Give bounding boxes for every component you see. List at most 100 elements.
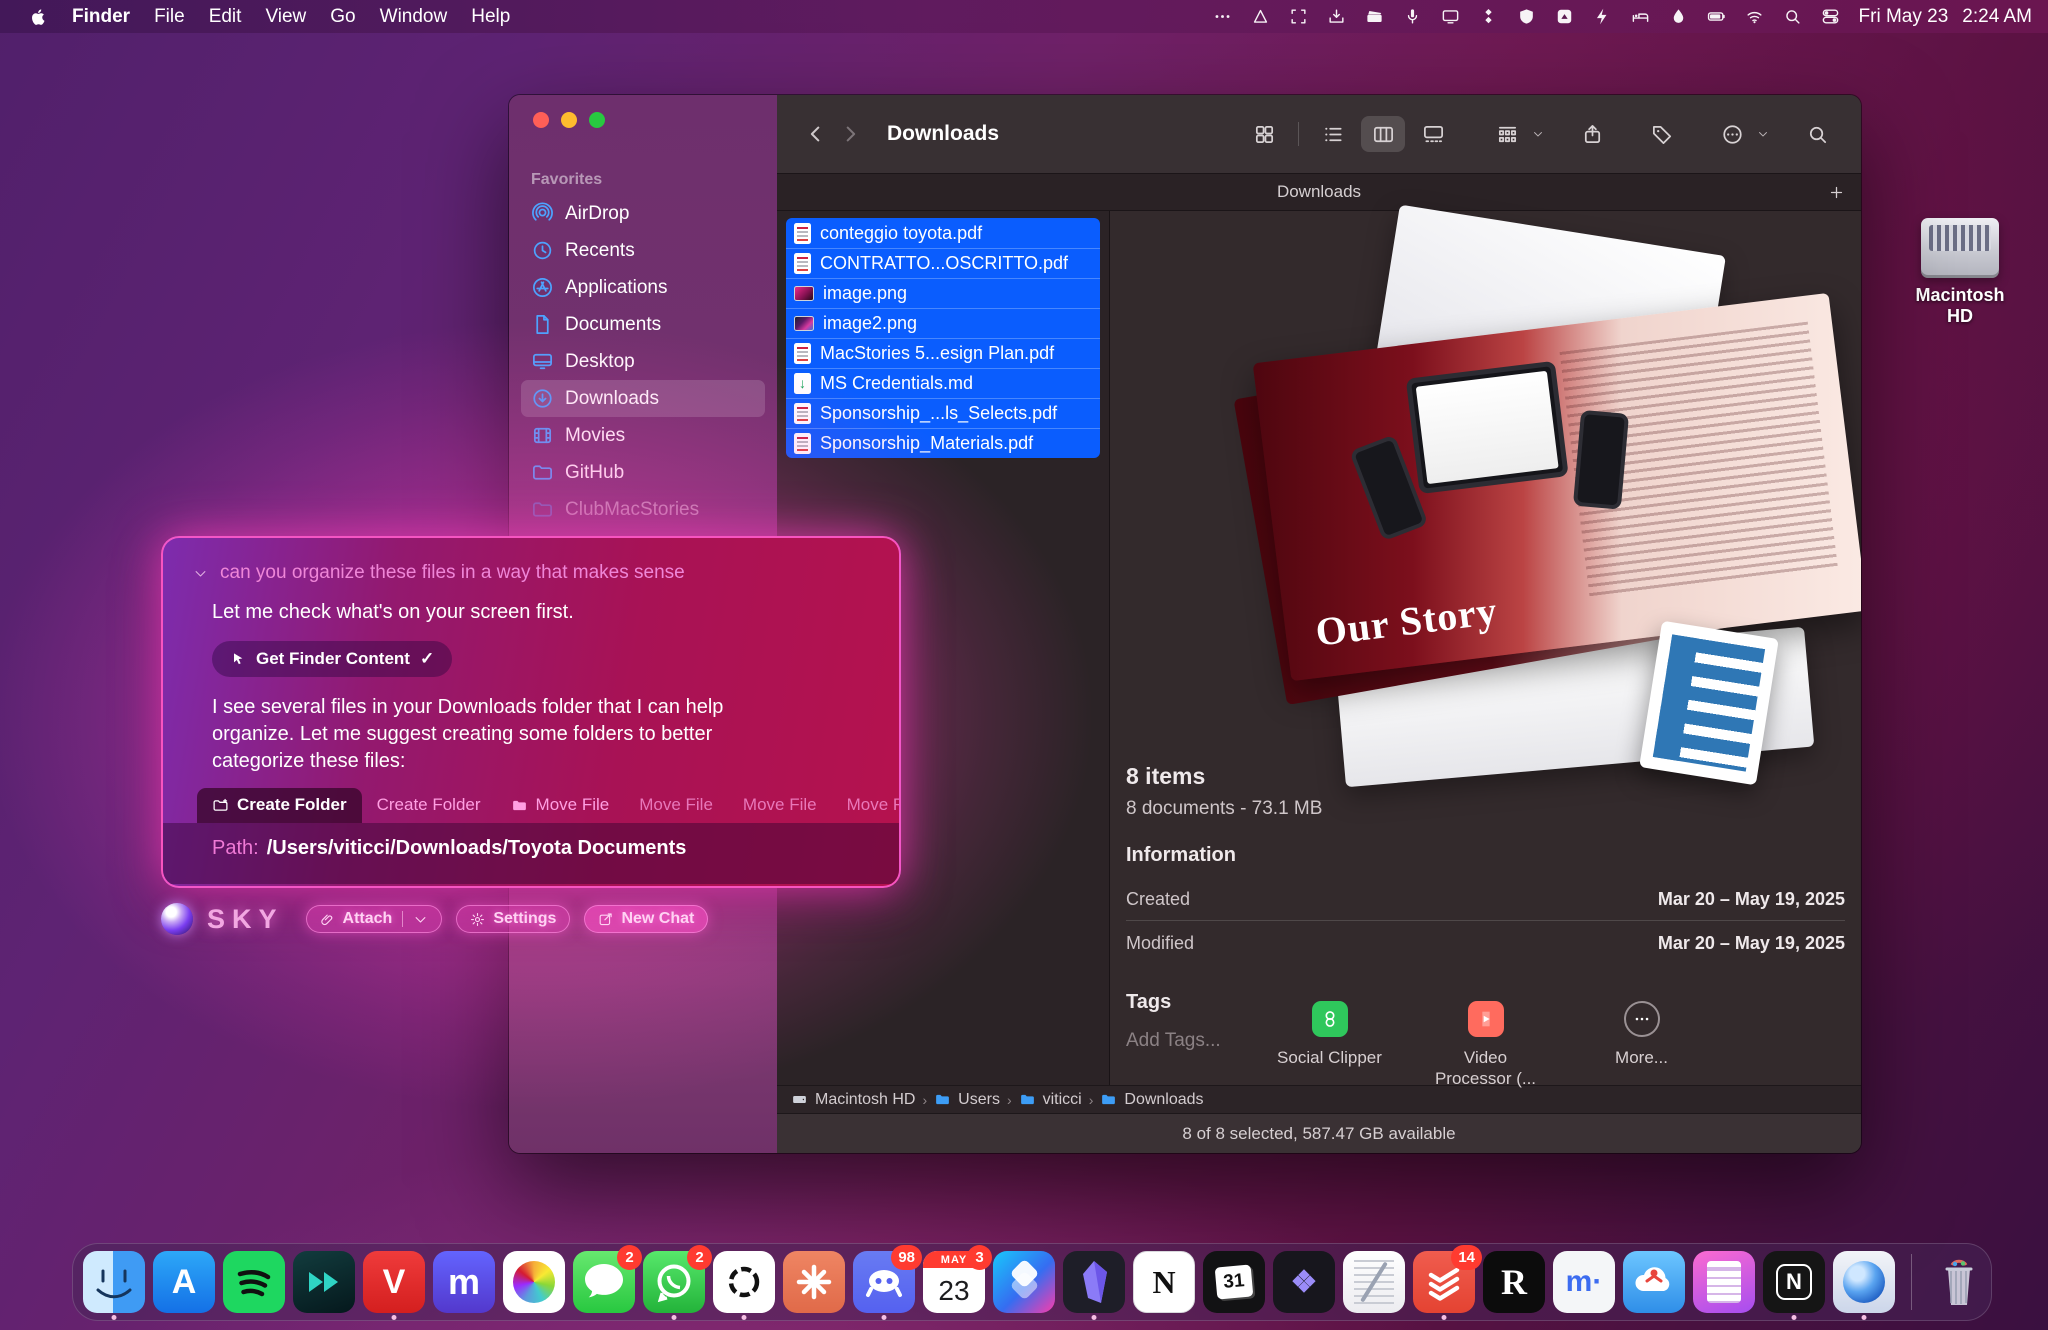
group-by-button[interactable] (1485, 116, 1544, 152)
more-actions-button[interactable] (1710, 116, 1769, 152)
action-tab-move-file[interactable]: Move File (832, 788, 901, 823)
menu-window[interactable]: Window (368, 6, 460, 28)
dock-icon-messages[interactable]: 2 (573, 1251, 635, 1313)
sky-logo-icon[interactable] (161, 903, 193, 935)
dock-icon-matter[interactable]: m· (1553, 1251, 1615, 1313)
sidebar-item-movies[interactable]: Movies (521, 417, 765, 454)
chevron-down-icon[interactable] (413, 912, 428, 927)
desktop-icon-macintosh-hd[interactable]: Macintosh HD (1908, 218, 2012, 327)
sidebar-item-airdrop[interactable]: AirDrop (521, 195, 765, 232)
dock-icon-netnewswire[interactable]: N (1763, 1251, 1825, 1313)
sidebar-item-recents[interactable]: Recents (521, 232, 765, 269)
sidebar-item-downloads[interactable]: Downloads (521, 380, 765, 417)
search-button[interactable] (1795, 116, 1839, 152)
sidebar-item-clubmacstories[interactable]: ClubMacStories (521, 491, 765, 528)
breadcrumb-macintosh-hd[interactable]: Macintosh HD (791, 1091, 915, 1109)
menu-go[interactable]: Go (318, 6, 367, 28)
back-button[interactable] (799, 117, 833, 151)
menubar-date[interactable]: Fri May 23 (1859, 6, 1949, 28)
action-tab-move-file[interactable]: Move File (624, 788, 728, 823)
control-center-icon[interactable] (1821, 7, 1840, 26)
display-icon[interactable] (1441, 7, 1460, 26)
view-grid-icon[interactable] (1242, 116, 1286, 152)
menu-edit[interactable]: Edit (197, 6, 254, 28)
zoom-button[interactable] (589, 112, 605, 128)
breadcrumb-downloads[interactable]: Downloads (1100, 1091, 1203, 1109)
dock-icon-photos[interactable] (503, 1251, 565, 1313)
file-row[interactable]: Sponsorship_Materials.pdf (786, 428, 1100, 458)
sidebar-item-github[interactable]: GitHub (521, 454, 765, 491)
view-gallery-icon[interactable] (1411, 116, 1455, 152)
dock-icon-whatsapp[interactable]: 2 (643, 1251, 705, 1313)
dock-icon-vivaldi[interactable]: V (363, 1251, 425, 1313)
apple-menu[interactable] (16, 7, 60, 27)
dock-icon-todoist[interactable]: 14 (1413, 1251, 1475, 1313)
dock-icon-starburst-app[interactable] (783, 1251, 845, 1313)
dock-icon-calendar[interactable]: MAY233 (923, 1251, 985, 1313)
file-row[interactable]: CONTRATTO...OSCRITTO.pdf (786, 248, 1100, 278)
action-tab-create-folder[interactable]: Create Folder (362, 788, 496, 823)
tab-downloads[interactable]: Downloads (1277, 182, 1361, 202)
bed-icon[interactable] (1631, 7, 1650, 26)
view-list-icon[interactable] (1311, 116, 1355, 152)
dock-icon-shortcuts[interactable] (993, 1251, 1055, 1313)
dock-icon-craft[interactable]: ❖ (1273, 1251, 1335, 1313)
dock-icon-chatgpt[interactable] (713, 1251, 775, 1313)
action-tab-create-folder[interactable]: Create Folder (197, 788, 362, 823)
dock-icon-spotify[interactable] (223, 1251, 285, 1313)
tray-icon[interactable] (1327, 7, 1346, 26)
battery-icon[interactable] (1707, 7, 1726, 26)
action-tab-move-file[interactable]: Move File (496, 788, 625, 823)
dock-icon-trash[interactable] (1928, 1251, 1990, 1313)
minimize-button[interactable] (561, 112, 577, 128)
bolt-icon[interactable] (1593, 7, 1612, 26)
view-columns-icon[interactable] (1361, 116, 1405, 152)
sidebar-item-applications[interactable]: Applications (521, 269, 765, 306)
diamonds-icon[interactable] (1479, 7, 1498, 26)
dock-icon-sky-app[interactable] (1833, 1251, 1895, 1313)
dock-icon-finder[interactable] (83, 1251, 145, 1313)
dock-icon-app-store[interactable]: A (153, 1251, 215, 1313)
menu-file[interactable]: File (142, 6, 197, 28)
dock-icon-calendar-31[interactable]: 31 (1203, 1251, 1265, 1313)
breadcrumb-viticci[interactable]: viticci (1019, 1091, 1082, 1109)
forward-button[interactable] (833, 117, 867, 151)
chevron-down-icon[interactable] (193, 566, 208, 581)
capture-icon[interactable] (1289, 7, 1308, 26)
clapper-icon[interactable] (1365, 7, 1384, 26)
dock-icon-notion[interactable]: N (1133, 1251, 1195, 1313)
dock-icon-obsidian[interactable] (1063, 1251, 1125, 1313)
dock-icon-mastodon[interactable]: m (433, 1251, 495, 1313)
quick-action-video[interactable]: Video Processor (... (1431, 1001, 1541, 1090)
dock-icon-cloud-app[interactable] (1623, 1251, 1685, 1313)
settings-button[interactable]: Settings (456, 905, 570, 933)
new-tab-button[interactable] (1823, 179, 1849, 205)
close-button[interactable] (533, 112, 549, 128)
menu-help[interactable]: Help (459, 6, 522, 28)
drop-icon[interactable] (1669, 7, 1688, 26)
sidebar-item-desktop[interactable]: Desktop (521, 343, 765, 380)
breadcrumb-users[interactable]: Users (934, 1091, 1000, 1109)
menu-finder[interactable]: Finder (60, 6, 142, 28)
dock-icon-music-player[interactable] (293, 1251, 355, 1313)
dock-icon-notes-app[interactable] (1693, 1251, 1755, 1313)
wifi-icon[interactable] (1745, 7, 1764, 26)
sidebar-item-documents[interactable]: Documents (521, 306, 765, 343)
spotlight-icon[interactable] (1783, 7, 1802, 26)
file-row[interactable]: Sponsorship_...ls_Selects.pdf (786, 398, 1100, 428)
file-row[interactable]: MacStories 5...esign Plan.pdf (786, 338, 1100, 368)
file-row[interactable]: image2.png (786, 308, 1100, 338)
menu-view[interactable]: View (253, 6, 318, 28)
menubar-time[interactable]: 2:24 AM (1962, 6, 2032, 28)
new-chat-button[interactable]: New Chat (584, 905, 708, 933)
action-tab-move-file[interactable]: Move File (728, 788, 832, 823)
quick-action-more[interactable]: More... (1587, 1001, 1697, 1090)
attach-button[interactable]: Attach (306, 905, 443, 933)
dock-icon-reader[interactable]: R (1483, 1251, 1545, 1313)
dock-icon-text-editor[interactable] (1343, 1251, 1405, 1313)
shield-icon[interactable] (1517, 7, 1536, 26)
tags-button[interactable] (1640, 116, 1684, 152)
file-row[interactable]: conteggio toyota.pdf (786, 218, 1100, 248)
file-row[interactable]: MS Credentials.md (786, 368, 1100, 398)
quick-action-social[interactable]: Social Clipper (1275, 1001, 1385, 1090)
